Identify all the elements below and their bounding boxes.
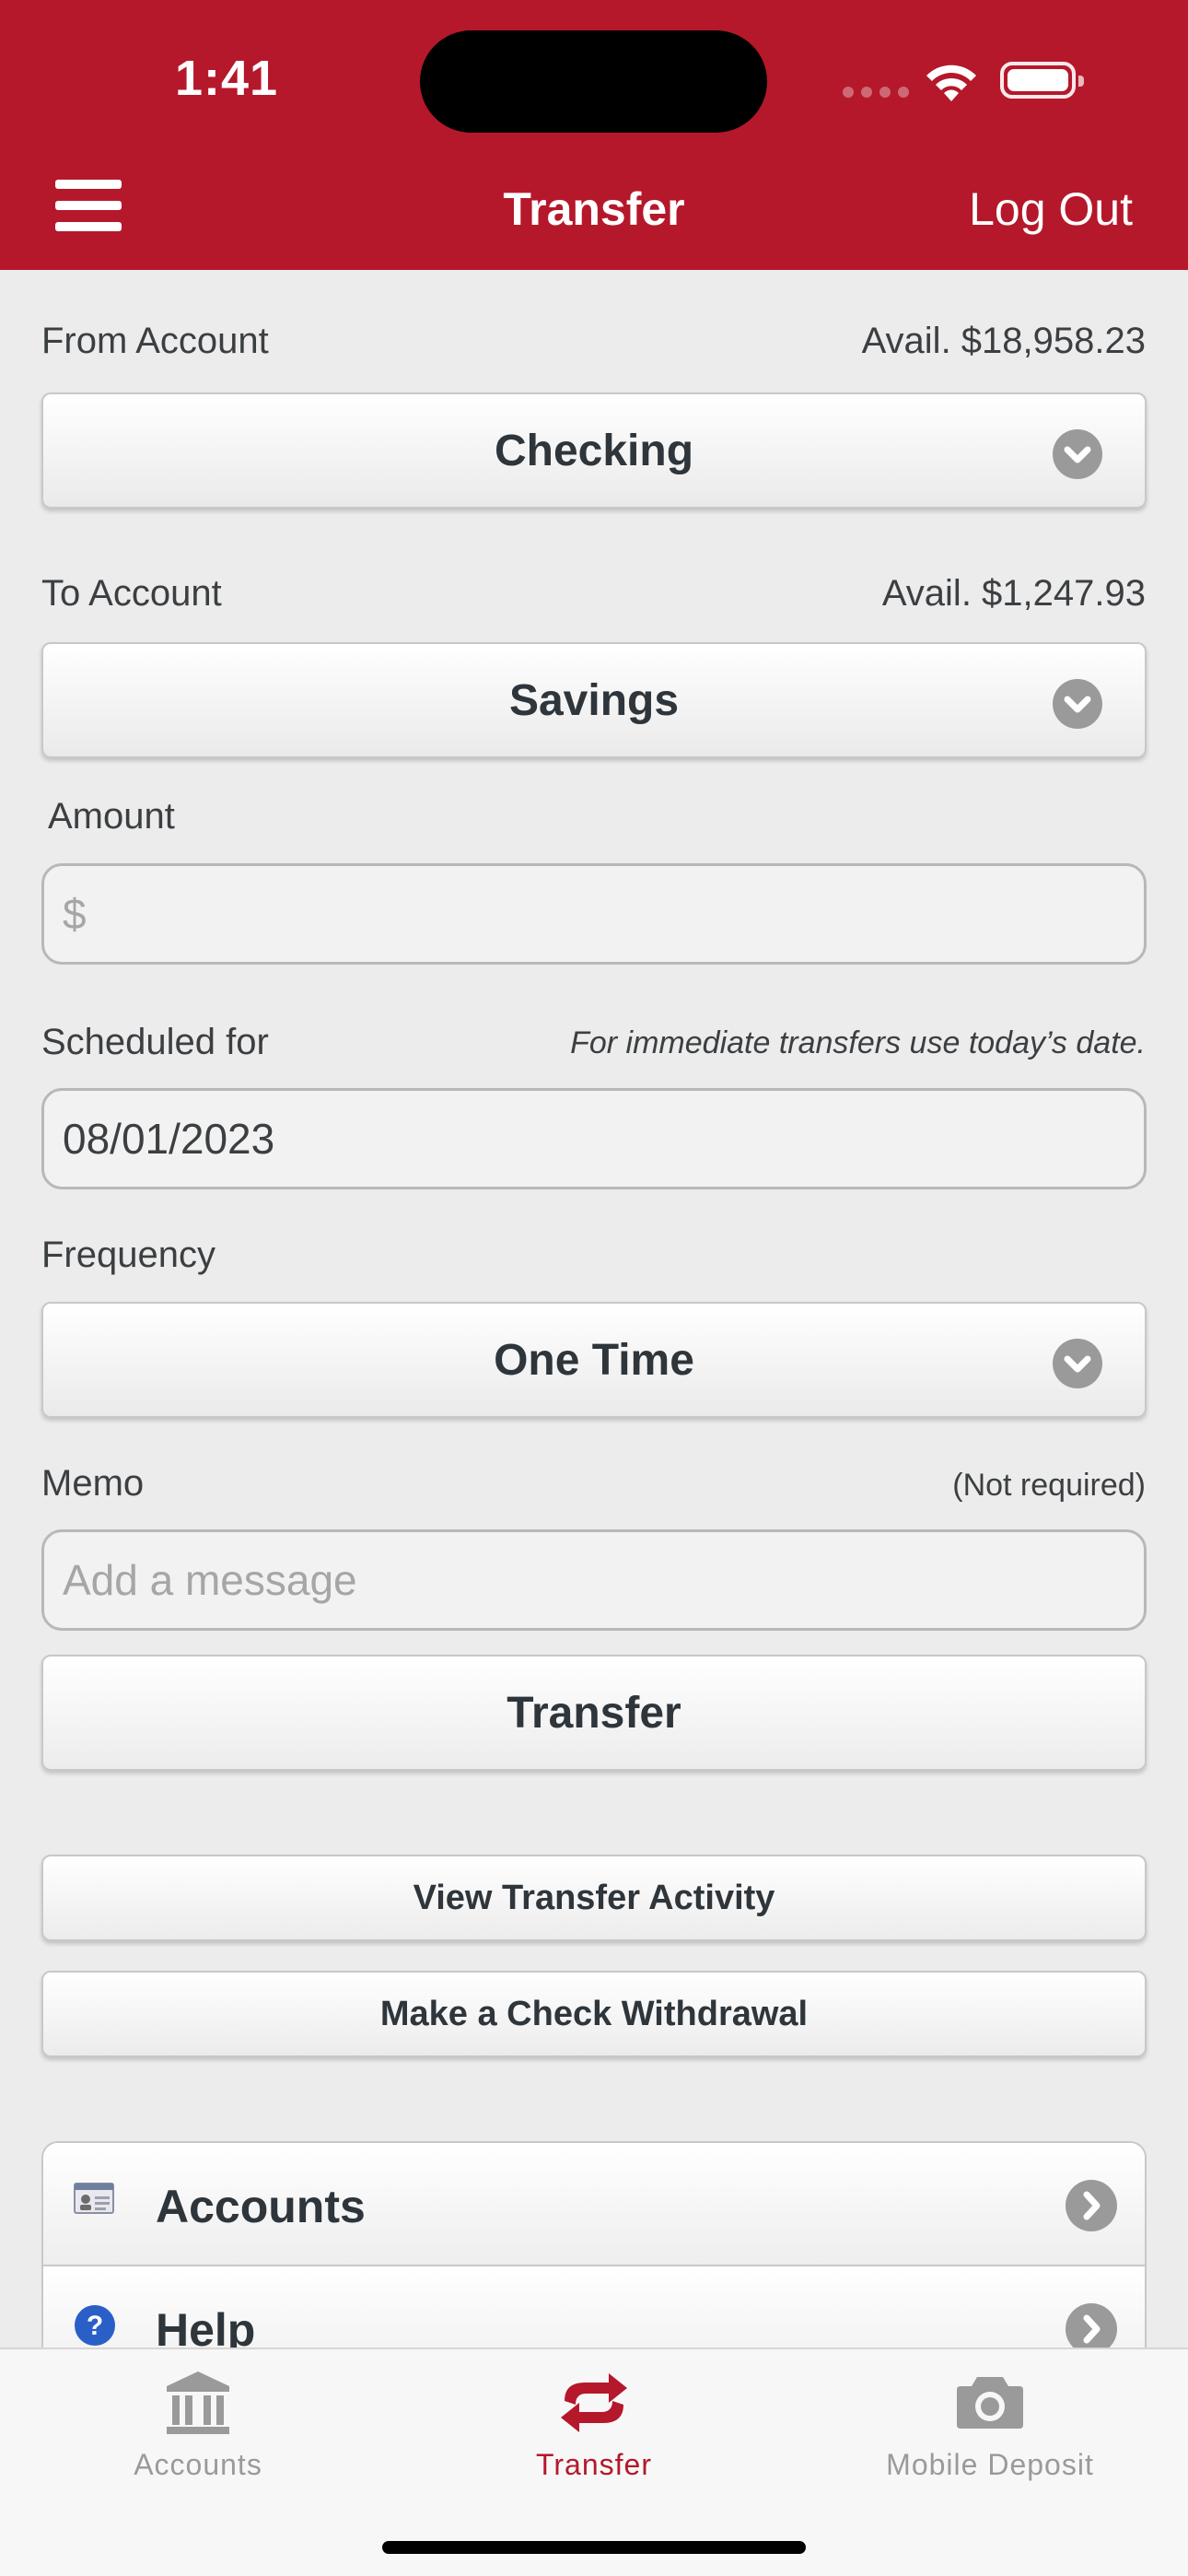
memo-input[interactable]: Add a message xyxy=(41,1529,1147,1631)
scheduled-date-input[interactable]: 08/01/2023 xyxy=(41,1088,1147,1189)
memo-note: (Not required) xyxy=(952,1468,1146,1503)
tab-label: Accounts xyxy=(134,2448,262,2481)
tab-transfer[interactable]: Transfer xyxy=(396,2349,792,2534)
tab-mobile-deposit[interactable]: Mobile Deposit xyxy=(792,2349,1188,2534)
to-account-value: Savings xyxy=(508,675,680,725)
from-account-label: From Account xyxy=(41,321,269,361)
logout-button[interactable]: Log Out xyxy=(969,182,1133,236)
chevron-down-icon xyxy=(1053,1339,1102,1388)
memo-label: Memo xyxy=(41,1463,145,1504)
frequency-value: One Time xyxy=(494,1335,694,1385)
to-account-label: To Account xyxy=(41,573,222,614)
scheduled-label: Scheduled for xyxy=(41,1022,269,1062)
make-check-withdrawal-button[interactable]: Make a Check Withdrawal xyxy=(41,1971,1147,2057)
tab-accounts[interactable]: Accounts xyxy=(0,2349,396,2534)
to-account-available: Avail. $1,247.93 xyxy=(881,573,1146,614)
dynamic-island xyxy=(420,30,767,133)
scheduled-hint: For immediate transfers use today’s date… xyxy=(570,1025,1146,1060)
from-account-available: Avail. $18,958.23 xyxy=(861,321,1146,361)
from-account-select[interactable]: Checking xyxy=(41,392,1147,509)
transfer-arrows-icon xyxy=(557,2368,631,2442)
frequency-select[interactable]: One Time xyxy=(41,1302,1147,1418)
app-header: 1:41 Transfer Log Out xyxy=(0,0,1188,270)
menu-item-accounts[interactable]: Accounts xyxy=(43,2143,1145,2266)
help-icon: ? xyxy=(73,2303,117,2352)
amount-input[interactable]: $ xyxy=(41,863,1147,965)
from-account-value: Checking xyxy=(494,426,694,475)
chevron-right-icon xyxy=(1066,2180,1117,2231)
to-account-select[interactable]: Savings xyxy=(41,642,1147,758)
account-card-icon xyxy=(73,2180,115,2221)
camera-icon xyxy=(953,2368,1027,2442)
tab-label: Mobile Deposit xyxy=(886,2448,1094,2481)
status-time: 1:41 xyxy=(175,51,279,106)
bank-icon xyxy=(163,2368,233,2442)
amount-label: Amount xyxy=(48,796,175,837)
transfer-button[interactable]: Transfer xyxy=(41,1655,1147,1771)
view-transfer-activity-button[interactable]: View Transfer Activity xyxy=(41,1855,1147,1941)
cellular-signal-icon xyxy=(843,86,916,102)
battery-icon xyxy=(1000,62,1084,99)
menu-item-label: Accounts xyxy=(156,2181,366,2232)
home-indicator xyxy=(382,2541,806,2554)
chevron-down-icon xyxy=(1053,429,1102,479)
chevron-down-icon xyxy=(1053,679,1102,729)
svg-text:?: ? xyxy=(87,2311,103,2341)
wifi-icon xyxy=(924,61,979,108)
frequency-label: Frequency xyxy=(41,1235,215,1275)
tab-label: Transfer xyxy=(536,2448,652,2481)
